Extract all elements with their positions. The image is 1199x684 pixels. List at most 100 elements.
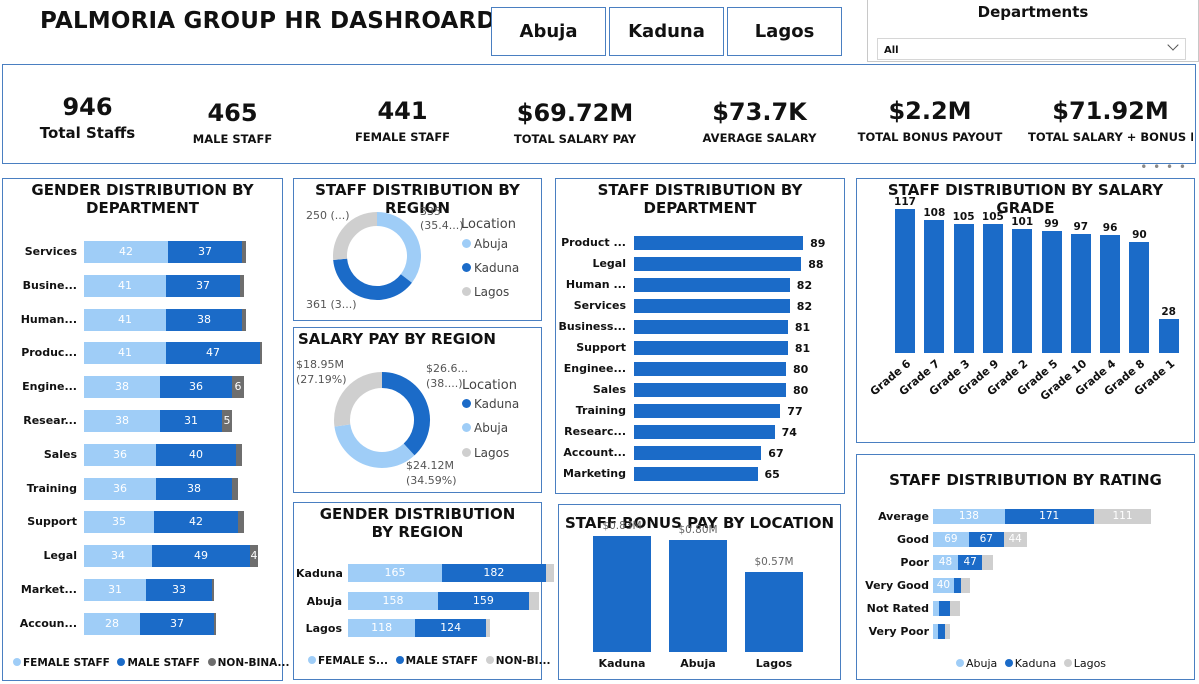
category-label: Accoun... [19, 616, 77, 630]
bar [634, 446, 762, 460]
kpi-female-staff: 441 FEMALE STAFF [345, 96, 460, 144]
category-label: Services [24, 245, 77, 258]
bar-segment [232, 477, 238, 500]
legend-title: Location [461, 217, 516, 232]
bar [745, 572, 803, 652]
panel-gender-by-region: GENDER DISTRIBUTION BY REGION Kaduna 165 1… [293, 502, 554, 680]
bar-segment: 31 [160, 410, 222, 432]
bar-segment: 36 [84, 443, 156, 466]
bar-segment: 182 [442, 564, 546, 582]
departments-dropdown[interactable]: All [877, 38, 1186, 60]
bar [634, 467, 758, 481]
legend-swatch [462, 239, 471, 248]
bar-segment: 35 [84, 511, 154, 534]
donut-slice[interactable] [376, 212, 421, 283]
location-button-kaduna[interactable]: Kaduna [609, 7, 724, 56]
more-options-icon[interactable]: • • • • [1140, 160, 1187, 174]
category-label: Good [896, 533, 929, 546]
data-label: 361 (3...) [306, 298, 357, 311]
legend-swatch-female [13, 658, 21, 666]
donut-slice[interactable] [381, 372, 430, 456]
location-button-lagos[interactable]: Lagos [727, 7, 842, 56]
bar-segment: 67 [968, 532, 1004, 547]
data-label: 90 [1132, 229, 1147, 242]
bar [1070, 233, 1091, 353]
bar-segment [212, 579, 214, 601]
bar-segment [939, 601, 950, 616]
category-label: Researc... [564, 425, 626, 438]
data-label: 250 (...) [306, 209, 350, 222]
donut-slice[interactable] [333, 212, 378, 260]
bar-segment [242, 241, 246, 263]
location-button-abuja[interactable]: Abuja [491, 7, 606, 56]
kpi-total-staff: 946 Total Staffs [30, 92, 145, 142]
salary-region-donut [334, 372, 430, 468]
panel-staff-by-region: STAFF DISTRIBUTION BY REGION 250 (...) 3… [293, 178, 542, 321]
category-label: Training [26, 481, 77, 495]
chart-title: STAFF DISTRIBUTION BY RATING [889, 471, 1162, 489]
category-label: Very Poor [868, 625, 929, 638]
bar [593, 535, 651, 652]
category-label: Busine... [22, 278, 77, 292]
donut-slice[interactable] [334, 423, 415, 468]
category-label: Account... [563, 446, 626, 459]
data-label: $24.12M [406, 459, 454, 472]
bar-segment: 69 [933, 532, 969, 547]
data-label: $18.95M [296, 358, 344, 371]
category-label: Human ... [565, 278, 626, 291]
bar-segment: 47 [166, 342, 260, 365]
panel-bonus-by-location: STAFF BONUS PAY BY LOCATION $0.83M Kaduna… [558, 504, 841, 680]
bar-segment: 38 [84, 376, 160, 399]
kpi-value: 465 [207, 99, 258, 127]
bar [1041, 231, 1062, 353]
kpi-total-salary-bonus: $71.92M TOTAL SALARY + BONUS P... [1028, 96, 1193, 144]
bar [1012, 228, 1033, 353]
legend-swatch-male [117, 658, 126, 666]
chart-legend: FEMALE S... MALE STAFF NON-BI... [304, 655, 551, 667]
bar-segment: 42 [154, 511, 238, 534]
legend-swatch [462, 263, 471, 272]
legend-item-abuja: Abuja [462, 237, 508, 251]
kpi-label: TOTAL SALARY PAY [513, 132, 637, 146]
data-label: 80 [793, 363, 809, 376]
legend-swatch [462, 448, 471, 457]
kpi-label: TOTAL BONUS PAYOUT [857, 130, 1003, 144]
bar [634, 236, 804, 250]
category-label: Support [27, 515, 77, 529]
kpi-label: Total Staffs [39, 124, 136, 142]
departments-slicer: Departments All [867, 0, 1199, 62]
panel-gender-by-department: GENDER DISTRIBUTION BY DEPARTMENT Servic… [2, 178, 289, 681]
bar [1158, 318, 1179, 353]
legend-swatch-male [395, 656, 404, 664]
bar [634, 278, 790, 292]
category-label: Sales [592, 383, 626, 396]
bar-segment: 171 [1004, 509, 1094, 524]
category-label: Enginee... [563, 362, 626, 375]
bar-segment: 33 [146, 579, 212, 601]
donut-slice[interactable] [334, 372, 383, 427]
bar [953, 223, 974, 353]
category-label: Legal [43, 549, 77, 563]
category-label: Kaduna [598, 657, 646, 670]
data-label: (27.19%) [296, 373, 347, 386]
kpi-value: $71.92M [1052, 97, 1169, 125]
data-label: 89 [810, 237, 826, 250]
legend-swatch [462, 399, 471, 408]
legend-swatch-abuja [956, 659, 964, 667]
kpi-value: 441 [377, 97, 428, 125]
legend-female: FEMALE STAFF [23, 657, 110, 669]
category-label: Poor [900, 556, 929, 569]
data-label: 81 [794, 321, 811, 334]
bar [669, 540, 727, 652]
category-label: Business... [558, 320, 626, 333]
category-label: Abuja [306, 594, 342, 608]
bar-segment [238, 511, 244, 534]
legend-swatch [462, 287, 471, 296]
donut-slice[interactable] [333, 258, 412, 300]
bar-segment: 41 [84, 308, 166, 331]
chevron-down-icon[interactable] [1167, 39, 1179, 51]
chart-legend: Abuja Kaduna Lagos [952, 657, 1106, 670]
legend-swatch [462, 423, 471, 432]
bar-segment [953, 578, 962, 593]
chart-title: GENDER DISTRIBUTION BY REGION [319, 505, 516, 541]
